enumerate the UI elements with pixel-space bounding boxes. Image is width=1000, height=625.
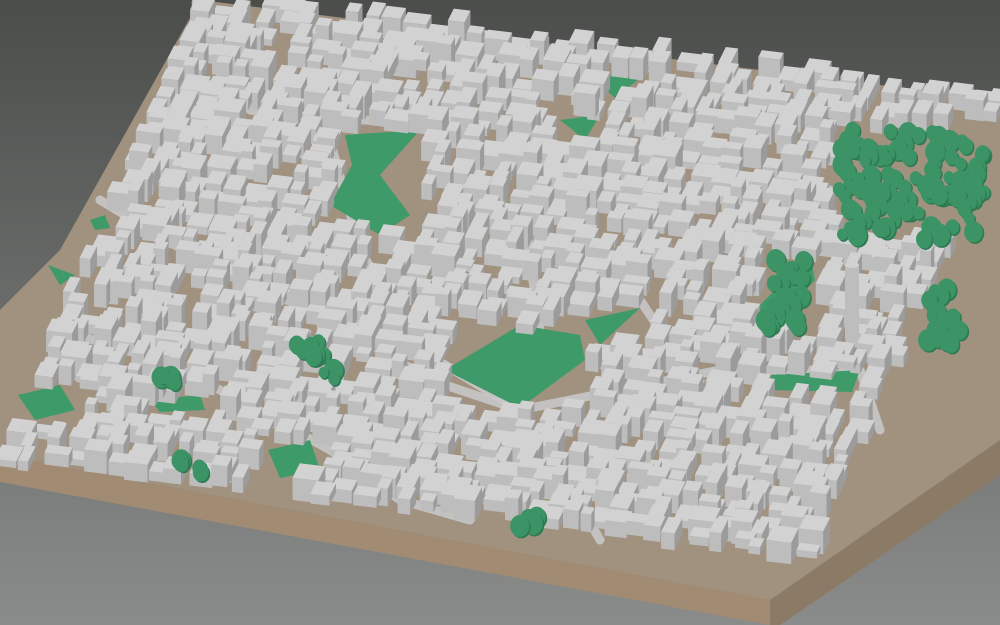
map-3d-viewport[interactable]	[0, 0, 1000, 625]
building	[58, 358, 75, 386]
building	[202, 364, 220, 396]
tower	[845, 262, 859, 339]
building	[562, 499, 584, 530]
building	[287, 45, 310, 69]
building	[44, 444, 73, 468]
city-block-model[interactable]	[0, 0, 1000, 625]
building	[796, 542, 821, 559]
building	[766, 524, 799, 565]
building	[522, 253, 542, 282]
building	[585, 343, 603, 373]
building	[629, 46, 649, 81]
building	[453, 484, 482, 523]
building	[699, 192, 720, 216]
building	[93, 276, 111, 309]
building	[353, 485, 381, 508]
building	[420, 492, 438, 513]
building	[84, 438, 113, 475]
building	[606, 210, 625, 233]
building	[139, 273, 157, 291]
building	[573, 84, 599, 118]
building	[787, 339, 811, 376]
building	[580, 506, 595, 533]
building	[413, 51, 431, 72]
building	[436, 34, 456, 63]
building	[114, 274, 135, 300]
building	[615, 283, 644, 309]
building	[477, 298, 502, 327]
building	[307, 54, 324, 70]
building	[211, 454, 233, 488]
building	[340, 108, 362, 135]
